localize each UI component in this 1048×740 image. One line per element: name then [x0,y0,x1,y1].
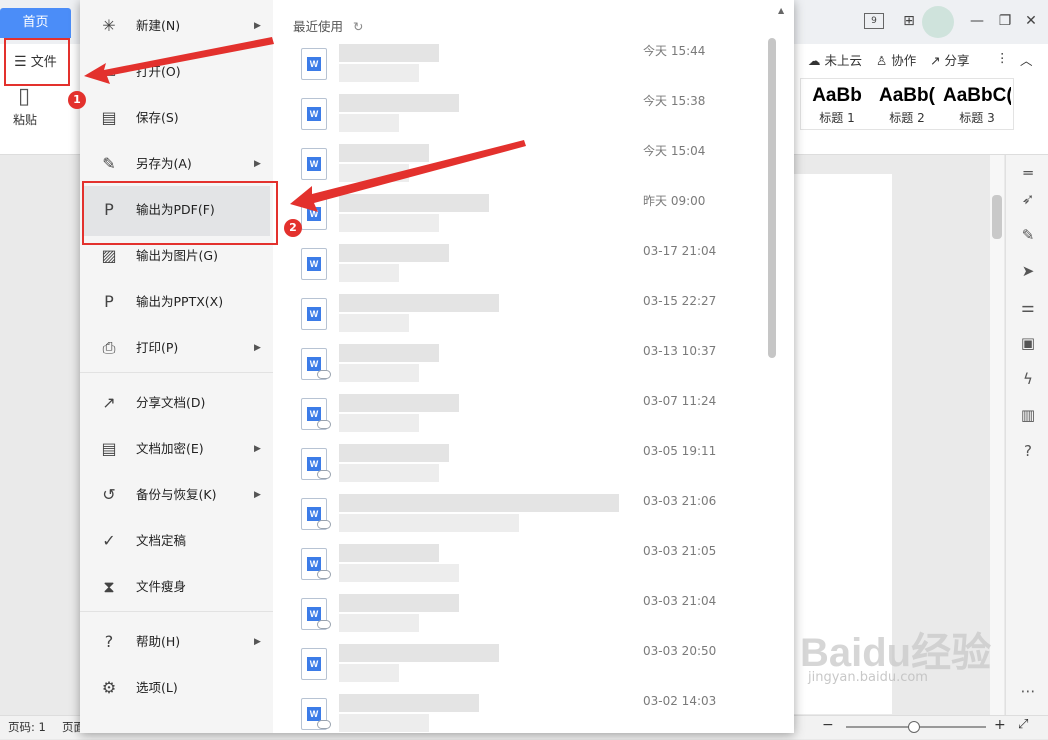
annotation-arrows [84,37,526,212]
annotation-arrow-2 [290,140,526,212]
annotation-arrow-1 [84,37,274,84]
